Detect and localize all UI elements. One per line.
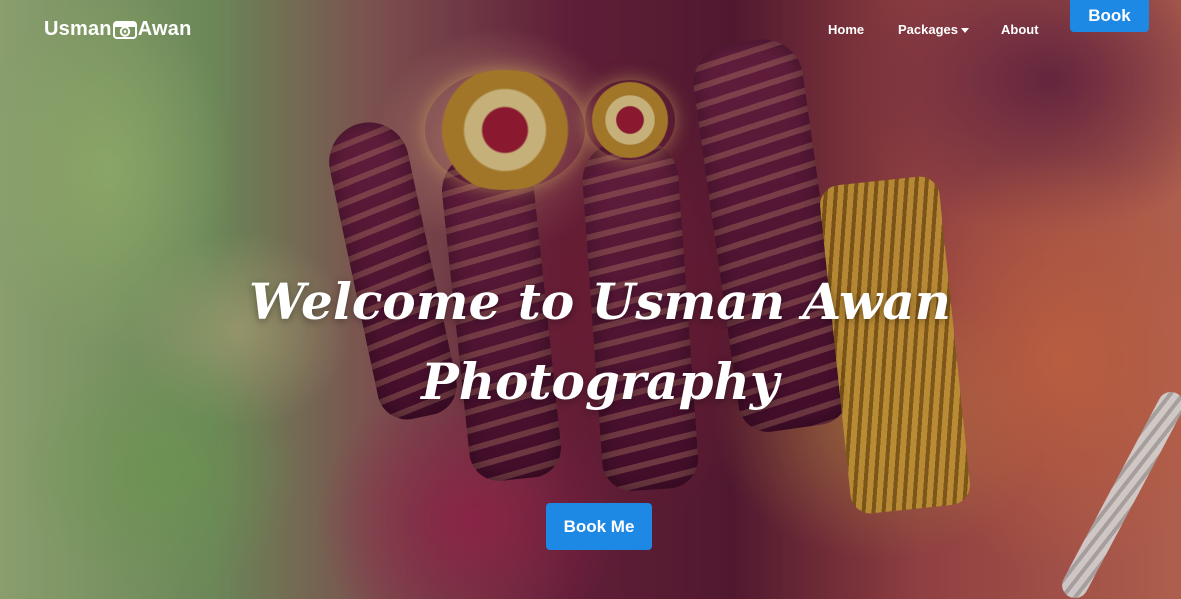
nav-packages-dropdown[interactable]: Packages <box>898 22 969 37</box>
nav-book-button[interactable]: Book <box>1070 0 1149 32</box>
nav-packages-label: Packages <box>898 22 958 37</box>
hero-section: Usman Awan Home Packages About Book Welc… <box>0 0 1181 599</box>
brand-logo[interactable]: Usman Awan <box>44 18 191 41</box>
brand-text-right: Awan <box>137 18 192 40</box>
camera-icon <box>112 20 137 39</box>
book-me-button[interactable]: Book Me <box>546 503 652 550</box>
hero-headline: Welcome to Usman Awan Photography <box>248 272 952 411</box>
nav-home-link[interactable]: Home <box>828 22 864 37</box>
brand-text-left: Usman <box>44 18 112 40</box>
nav-about-link[interactable]: About <box>1001 22 1039 37</box>
caret-down-icon <box>961 28 969 34</box>
